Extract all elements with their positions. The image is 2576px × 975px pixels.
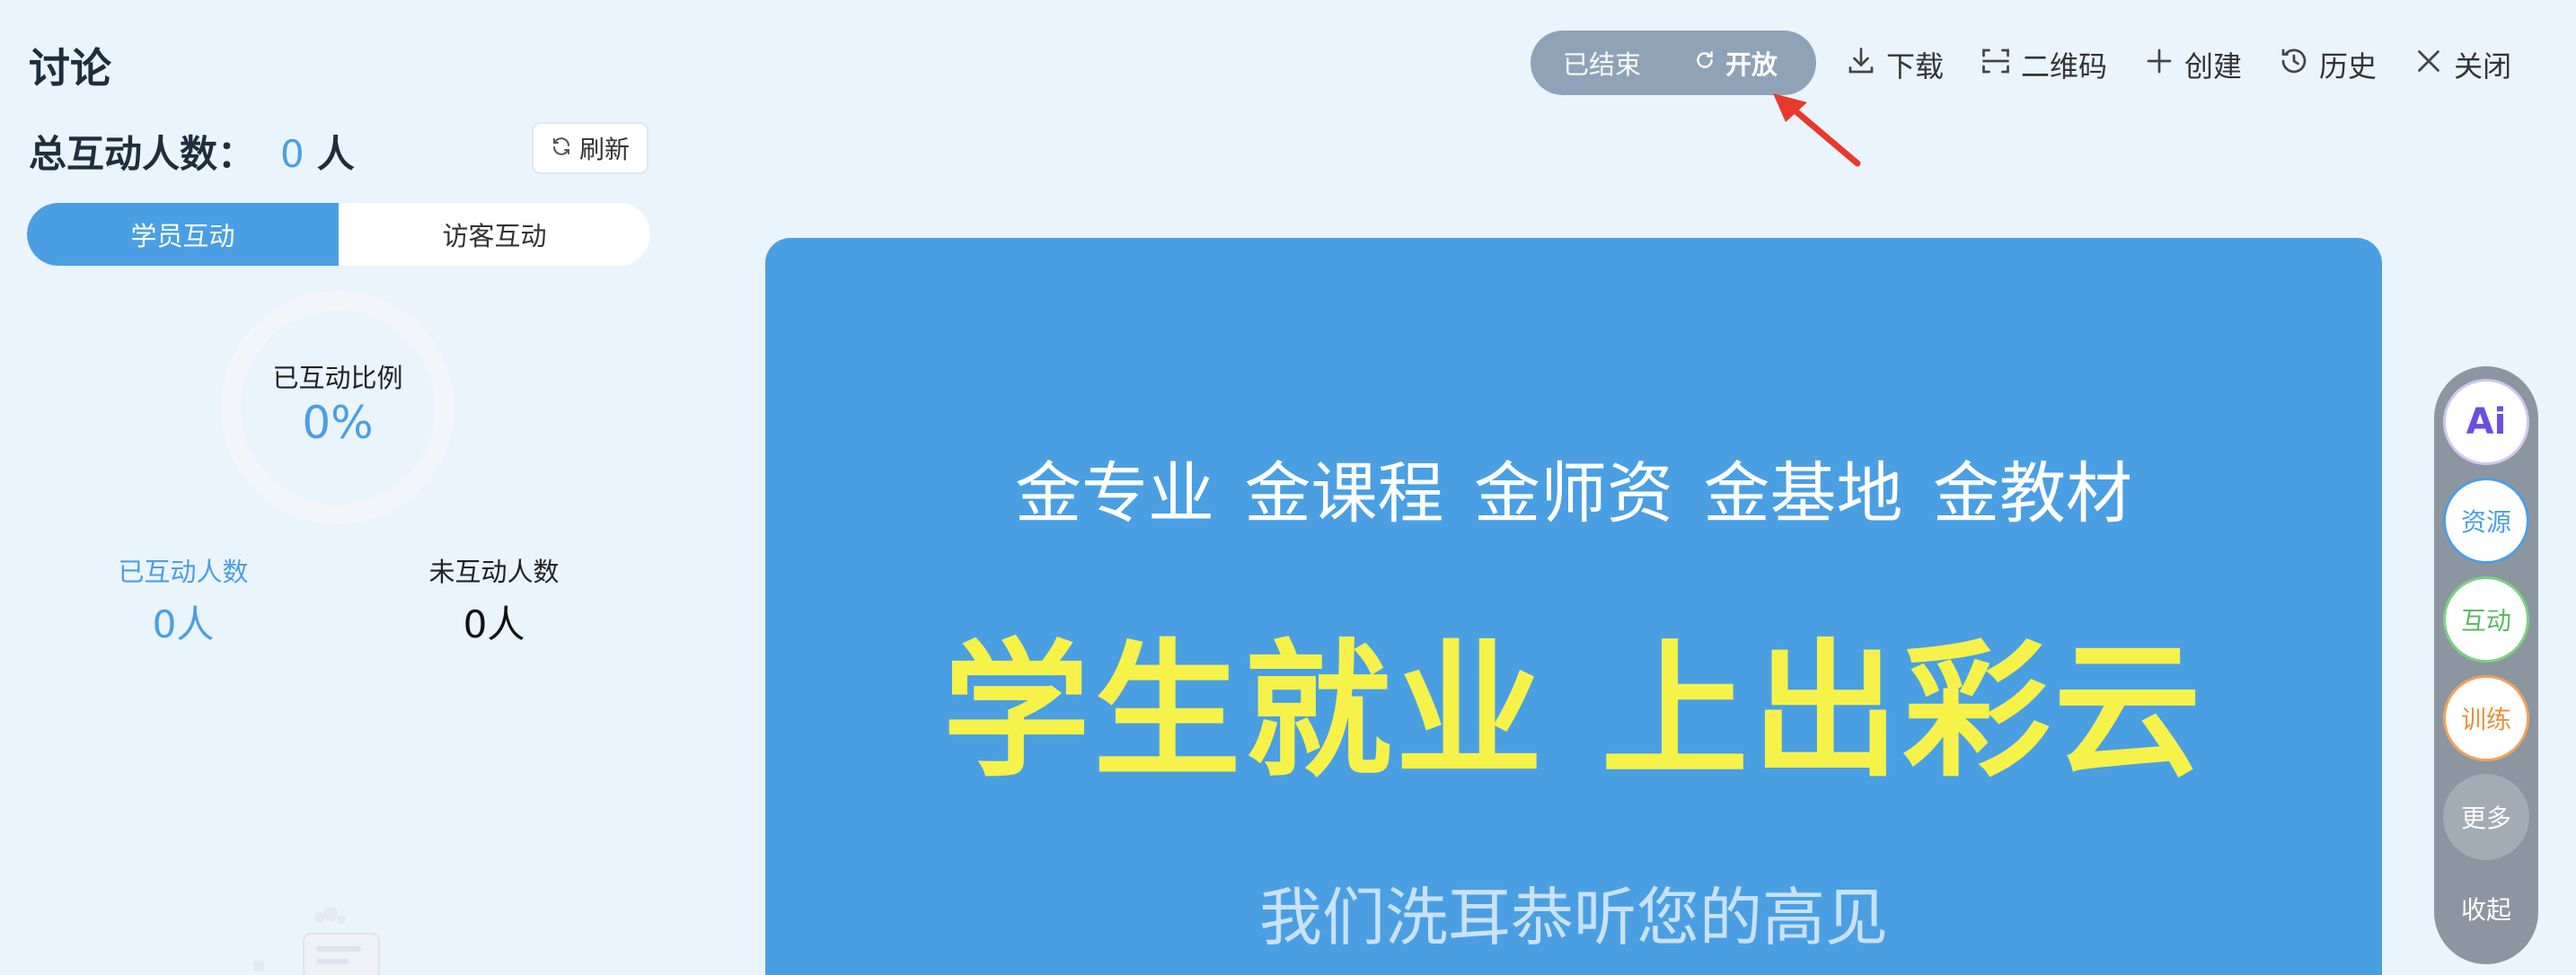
reload-icon — [1693, 48, 1716, 78]
refresh-button[interactable]: 刷新 — [532, 122, 648, 174]
history-label: 历史 — [2319, 49, 2378, 83]
interaction-button[interactable]: 互动 — [2443, 576, 2529, 663]
interaction-tabs: 学员互动 访客互动 — [27, 203, 650, 266]
not-interacted-count-value: 0人 — [463, 602, 525, 646]
collapse-button[interactable]: 收起 — [2434, 891, 2538, 927]
activity-status-toggle: 已结束 开放 — [1531, 31, 1816, 95]
download-icon — [1845, 45, 1877, 84]
total-value: 0 — [280, 132, 304, 176]
resources-button[interactable]: 资源 — [2443, 478, 2529, 564]
total-label: 总互动人数： — [29, 132, 256, 176]
history-icon — [2278, 45, 2310, 84]
total-interactions: 总互动人数： 0 人 — [29, 124, 355, 179]
annotation-arrow-icon — [1773, 93, 1861, 167]
empty-state-illustration — [253, 907, 380, 975]
open-button[interactable]: 开放 — [1693, 44, 1778, 82]
close-icon — [2413, 45, 2445, 84]
create-button[interactable]: 创建 — [2143, 44, 2242, 85]
not-interacted-count-label: 未互动人数 — [428, 557, 560, 587]
status-ended[interactable]: 已结束 — [1563, 44, 1641, 82]
ratio-label: 已互动比例 — [272, 363, 403, 393]
qrcode-label: 二维码 — [2021, 49, 2108, 83]
close-label: 关闭 — [2454, 49, 2512, 83]
history-button[interactable]: 历史 — [2278, 44, 2377, 85]
training-button[interactable]: 训练 — [2443, 675, 2529, 761]
download-button[interactable]: 下载 — [1845, 44, 1944, 85]
scan-icon — [1980, 45, 2012, 84]
open-label: 开放 — [1725, 49, 1778, 80]
side-dock: Ai 资源 互动 训练 更多 收起 — [2434, 366, 2538, 964]
ai-assistant-button[interactable]: Ai — [2443, 379, 2529, 465]
interacted-count-label: 已互动人数 — [118, 557, 249, 587]
plus-icon — [2143, 45, 2175, 84]
slide-headline: 学生就业 上出彩云 — [942, 626, 2205, 797]
more-button[interactable]: 更多 — [2443, 774, 2529, 860]
tab-student-interaction[interactable]: 学员互动 — [27, 203, 339, 266]
ratio-value: 0% — [302, 397, 374, 449]
slide-subtitle: 金专业 金课程 金师资 金基地 金教材 — [1014, 455, 2133, 532]
interacted-count-value: 0人 — [152, 602, 215, 646]
download-label: 下载 — [1886, 49, 1945, 83]
refresh-icon — [551, 134, 572, 163]
refresh-label: 刷新 — [578, 135, 630, 164]
create-label: 创建 — [2184, 49, 2243, 83]
total-unit: 人 — [316, 132, 355, 176]
slide-prompt: 我们洗耳恭听您的高见 — [1259, 881, 1888, 954]
qrcode-button[interactable]: 二维码 — [1980, 44, 2107, 85]
page-title: 讨论 — [29, 44, 111, 92]
top-toolbar: 下载 二维码 创建 历史 关闭 — [1845, 38, 2511, 92]
close-button[interactable]: 关闭 — [2413, 44, 2511, 85]
tab-visitor-interaction[interactable]: 访客互动 — [339, 203, 650, 266]
